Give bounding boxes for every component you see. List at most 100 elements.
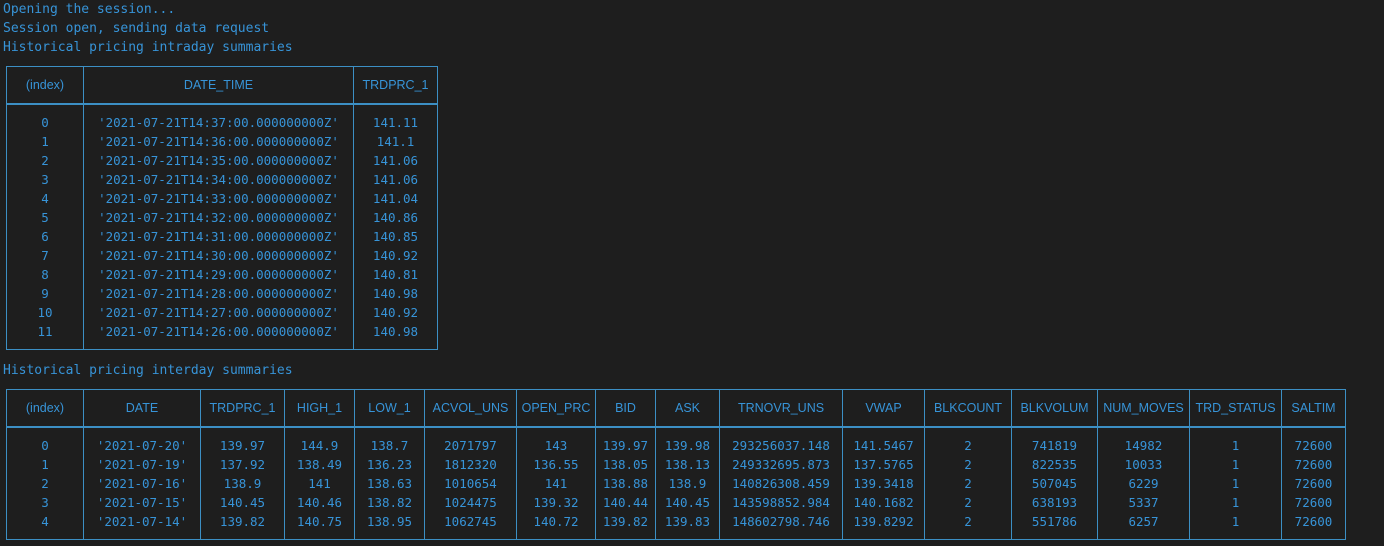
spacer-cell <box>83 104 354 113</box>
spacer-cell <box>284 427 355 436</box>
table-cell-ask: 138.13 <box>655 455 720 474</box>
table-cell-index: 9 <box>6 284 84 303</box>
column-header-ask: ASK <box>655 389 720 428</box>
spacer-cell <box>924 427 1012 436</box>
table-row: 0'2021-07-21T14:37:00.000000000Z' 141.11 <box>6 113 438 132</box>
table-cell-blkcount: 2 <box>924 436 1012 455</box>
spacer-cell <box>424 427 517 436</box>
table-cell-trdprc-1: 141.04 <box>353 189 438 208</box>
table-cell-ask: 139.83 <box>655 512 720 531</box>
table-cell-trdprc-1: 141.06 <box>353 170 438 189</box>
table-cell-blkvolum: 822535 <box>1011 455 1098 474</box>
spacer-cell <box>655 427 720 436</box>
table-cell-index: 3 <box>6 170 84 189</box>
table-row: 10'2021-07-21T14:27:00.000000000Z' 140.92 <box>6 303 438 322</box>
column-header-index: (index) <box>6 389 84 428</box>
table-row: 11'2021-07-21T14:26:00.000000000Z' 140.98 <box>6 322 438 341</box>
table-cell-date-time: '2021-07-21T14:35:00.000000000Z' <box>83 151 354 170</box>
spacer-cell <box>719 531 843 540</box>
table-cell-date-time: '2021-07-21T14:28:00.000000000Z' <box>83 284 354 303</box>
spacer-cell <box>1011 427 1098 436</box>
table-cell-index: 10 <box>6 303 84 322</box>
table-cell-vwap: 139.3418 <box>842 474 925 493</box>
table-cell-bid: 138.88 <box>595 474 656 493</box>
table-cell-index: 3 <box>6 493 84 512</box>
spacer-cell <box>6 341 84 350</box>
column-header-date: DATE <box>83 389 201 428</box>
table-header-row: (index) DATE_TIME TRDPRC_1 <box>6 66 438 105</box>
spacer-cell <box>83 427 201 436</box>
spacer-cell <box>200 531 285 540</box>
console-line-interday-title: Historical pricing interday summaries <box>3 363 293 378</box>
table-row: 7'2021-07-21T14:30:00.000000000Z' 140.92 <box>6 246 438 265</box>
table-cell-ask: 139.98 <box>655 436 720 455</box>
table-cell-blkcount: 2 <box>924 455 1012 474</box>
table-cell-blkvolum: 741819 <box>1011 436 1098 455</box>
table-spacer-row <box>6 531 1346 540</box>
table-cell-vwap: 140.1682 <box>842 493 925 512</box>
spacer-cell <box>6 104 84 113</box>
table-cell-trdprc-1: 137.92 <box>200 455 285 474</box>
table-cell-trdprc-1: 140.92 <box>353 303 438 322</box>
spacer-cell <box>83 341 354 350</box>
table-cell-open-prc: 143 <box>516 436 596 455</box>
column-header-acvol-uns: ACVOL_UNS <box>424 389 517 428</box>
table-cell-num-moves: 6229 <box>1097 474 1190 493</box>
table-cell-date: '2021-07-19' <box>83 455 201 474</box>
spacer-cell <box>284 531 355 540</box>
table-row: 0'2021-07-20' 139.97 144.9 138.7 2071797 143 1… <box>6 436 1346 455</box>
table-cell-saltim: 72600 <box>1281 493 1346 512</box>
table-cell-low-1: 138.7 <box>354 436 425 455</box>
spacer-cell <box>1281 531 1346 540</box>
spacer-cell <box>6 427 84 436</box>
table-cell-trnovr-uns: 293256037.148 <box>719 436 843 455</box>
table-cell-index: 0 <box>6 113 84 132</box>
table-cell-index: 7 <box>6 246 84 265</box>
spacer-cell <box>200 427 285 436</box>
table-cell-trdprc-1: 140.98 <box>353 284 438 303</box>
table-cell-open-prc: 141 <box>516 474 596 493</box>
table-cell-index: 2 <box>6 151 84 170</box>
table-cell-trd-status: 1 <box>1189 512 1282 531</box>
table-row: 4'2021-07-14' 139.82 140.75 138.95 1062745 14… <box>6 512 1346 531</box>
table-row: 5'2021-07-21T14:32:00.000000000Z' 140.86 <box>6 208 438 227</box>
spacer-cell <box>655 531 720 540</box>
table-row: 6'2021-07-21T14:31:00.000000000Z' 140.85 <box>6 227 438 246</box>
column-header-trdprc-1: TRDPRC_1 <box>200 389 285 428</box>
table-cell-bid: 139.97 <box>595 436 656 455</box>
table-cell-date-time: '2021-07-21T14:34:00.000000000Z' <box>83 170 354 189</box>
table-cell-blkvolum: 507045 <box>1011 474 1098 493</box>
spacer-cell <box>842 531 925 540</box>
table-row: 4'2021-07-21T14:33:00.000000000Z' 141.04 <box>6 189 438 208</box>
column-header-high-1: HIGH_1 <box>284 389 355 428</box>
table-cell-trdprc-1: 138.9 <box>200 474 285 493</box>
table-row: 3'2021-07-15' 140.45 140.46 138.82 1024475 13… <box>6 493 1346 512</box>
table-cell-blkcount: 2 <box>924 493 1012 512</box>
column-header-vwap: VWAP <box>842 389 925 428</box>
table-cell-num-moves: 5337 <box>1097 493 1190 512</box>
spacer-cell <box>1011 531 1098 540</box>
spacer-cell <box>353 104 438 113</box>
table-cell-vwap: 141.5467 <box>842 436 925 455</box>
column-header-low-1: LOW_1 <box>354 389 425 428</box>
table-cell-trnovr-uns: 143598852.984 <box>719 493 843 512</box>
table-cell-index: 8 <box>6 265 84 284</box>
table-cell-trnovr-uns: 249332695.873 <box>719 455 843 474</box>
spacer-cell <box>354 427 425 436</box>
table-cell-trdprc-1: 140.86 <box>353 208 438 227</box>
column-header-open-prc: OPEN_PRC <box>516 389 596 428</box>
table-cell-low-1: 138.63 <box>354 474 425 493</box>
table-row: 1'2021-07-21T14:36:00.000000000Z' 141.1 <box>6 132 438 151</box>
table-cell-trdprc-1: 140.92 <box>353 246 438 265</box>
table-cell-num-moves: 14982 <box>1097 436 1190 455</box>
spacer-cell <box>1097 531 1190 540</box>
table-cell-index: 5 <box>6 208 84 227</box>
column-header-date-time: DATE_TIME <box>83 66 354 105</box>
table-cell-bid: 138.05 <box>595 455 656 474</box>
table-cell-date-time: '2021-07-21T14:26:00.000000000Z' <box>83 322 354 341</box>
table-cell-open-prc: 140.72 <box>516 512 596 531</box>
column-header-blkcount: BLKCOUNT <box>924 389 1012 428</box>
table-cell-trdprc-1: 140.45 <box>200 493 285 512</box>
table-cell-acvol-uns: 2071797 <box>424 436 517 455</box>
table-cell-date: '2021-07-14' <box>83 512 201 531</box>
